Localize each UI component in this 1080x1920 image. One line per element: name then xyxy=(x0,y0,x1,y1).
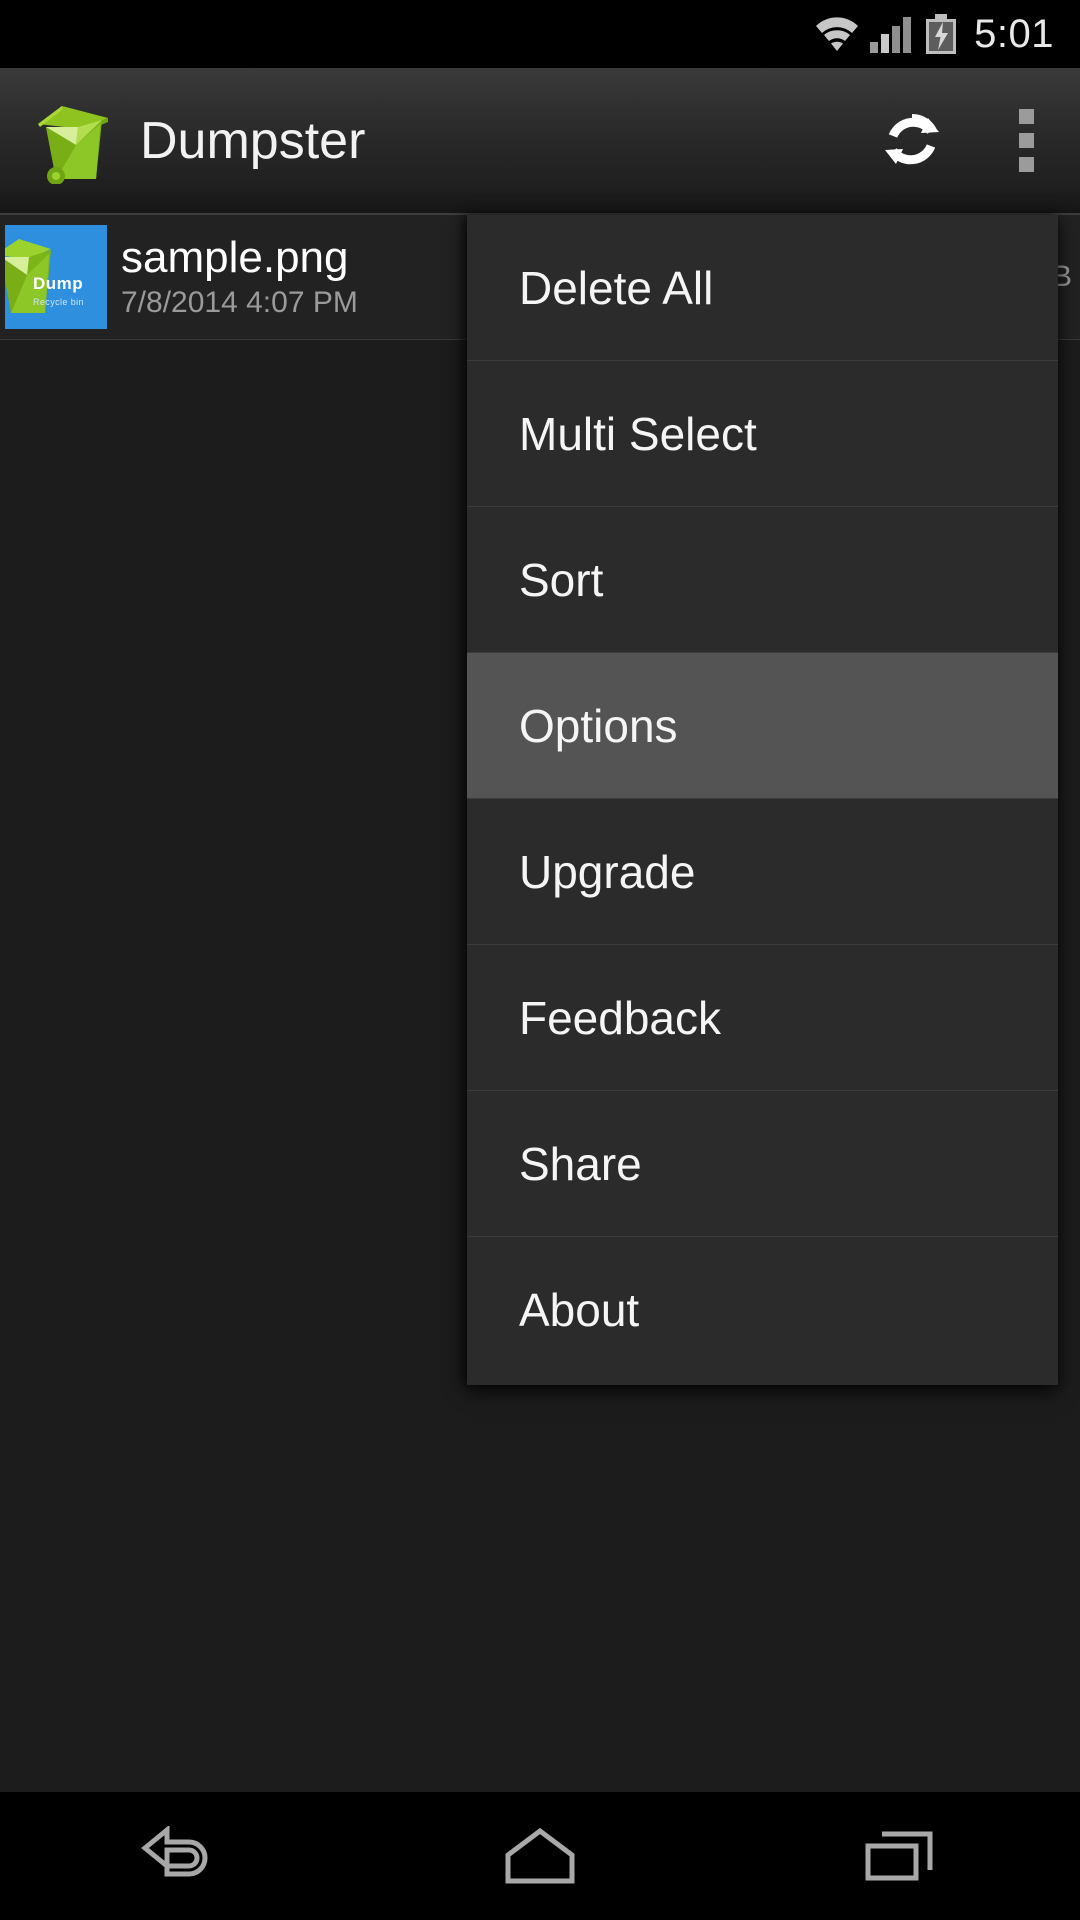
overflow-dropdown-menu: Delete All Multi Select Sort Options Upg… xyxy=(467,215,1058,1385)
thumbnail-label: Dump xyxy=(33,274,84,293)
recents-icon[interactable] xyxy=(800,1792,1000,1920)
phone-screen: 5:01 Dumpster Dump Recycle bin sample.pn… xyxy=(0,0,1080,1920)
menu-item-multi-select[interactable]: Multi Select xyxy=(467,361,1058,507)
file-date: 7/8/2014 4:07 PM xyxy=(121,286,358,319)
home-icon[interactable] xyxy=(440,1792,640,1920)
status-bar: 5:01 xyxy=(0,0,1080,68)
action-bar: Dumpster xyxy=(0,68,1080,215)
thumbnail-sublabel: Recycle bin xyxy=(33,297,84,307)
back-icon[interactable] xyxy=(80,1792,280,1920)
navigation-bar xyxy=(0,1792,1080,1920)
menu-item-options[interactable]: Options xyxy=(467,653,1058,799)
menu-item-upgrade[interactable]: Upgrade xyxy=(467,799,1058,945)
menu-item-about[interactable]: About xyxy=(467,1237,1058,1383)
app-title: Dumpster xyxy=(140,111,366,170)
list-item-texts: sample.png 7/8/2014 4:07 PM xyxy=(121,233,358,321)
overflow-menu-icon[interactable] xyxy=(972,67,1080,214)
dumpster-logo-icon xyxy=(32,98,118,185)
menu-item-feedback[interactable]: Feedback xyxy=(467,945,1058,1091)
file-name: sample.png xyxy=(121,233,349,282)
menu-item-delete-all[interactable]: Delete All xyxy=(467,215,1058,361)
file-thumbnail: Dump Recycle bin xyxy=(5,225,107,329)
wifi-icon xyxy=(814,15,860,53)
cellular-signal-icon xyxy=(870,15,912,53)
refresh-icon[interactable] xyxy=(852,67,972,214)
action-bar-actions xyxy=(852,67,1080,214)
status-bar-clock: 5:01 xyxy=(974,12,1054,56)
battery-charging-icon xyxy=(926,14,957,54)
menu-item-share[interactable]: Share xyxy=(467,1091,1058,1237)
menu-item-sort[interactable]: Sort xyxy=(467,507,1058,653)
